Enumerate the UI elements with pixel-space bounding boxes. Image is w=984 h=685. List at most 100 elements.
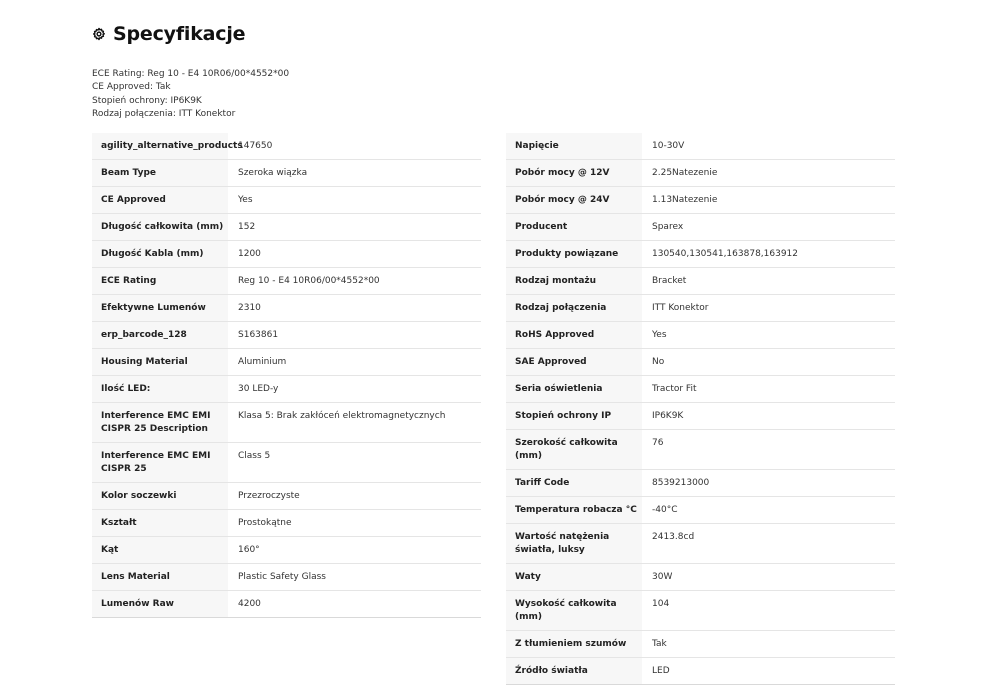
spec-value: Szeroka wiązka xyxy=(228,159,481,187)
spec-value: Yes xyxy=(228,186,481,214)
summary-line: Stopień ochrony: IP6K9K xyxy=(92,95,202,106)
summary-line: ECE Rating: Reg 10 - E4 10R06/00*4552*00 xyxy=(92,69,290,79)
spec-label: ECE Rating xyxy=(92,267,228,295)
spec-value: S163861 xyxy=(228,321,481,349)
spec-row: Lumenów Raw 4200 xyxy=(92,590,481,618)
spec-value: 2413.8cd xyxy=(642,523,895,564)
spec-value: 147650 xyxy=(228,133,481,160)
spec-value: Klasa 5: Brak zakłóceń elektromagnetyczn… xyxy=(228,402,481,443)
spec-label: Produkty powiązane xyxy=(506,240,642,268)
spec-label: Pobór mocy @ 12V xyxy=(506,159,642,187)
spec-row: Temperatura robacza °C -40°C xyxy=(506,496,895,524)
spec-row: Stopień ochrony IP IP6K9K xyxy=(506,402,895,430)
spec-value: 1.13Natezenie xyxy=(642,186,895,214)
spec-row: Beam Type Szeroka wiązka xyxy=(92,159,481,187)
summary-line: Rodzaj połączenia: ITT Konektor xyxy=(92,108,236,119)
spec-value: 104 xyxy=(642,590,895,631)
spec-value: 30W xyxy=(642,563,895,591)
spec-label: Stopień ochrony IP xyxy=(506,402,642,430)
spec-label: Lumenów Raw xyxy=(92,590,228,618)
spec-label: Beam Type xyxy=(92,159,228,187)
spec-row: Wartość natężenia światła, luksy 2413.8cd xyxy=(506,523,895,564)
spec-row: Kąt 160° xyxy=(92,536,481,564)
spec-label: Rodzaj połączenia xyxy=(506,294,642,322)
spec-value: 152 xyxy=(228,213,481,241)
spec-label: CE Approved xyxy=(92,186,228,214)
spec-value: Bracket xyxy=(642,267,895,295)
spec-value: 76 xyxy=(642,429,895,470)
spec-label: Waty xyxy=(506,563,642,591)
spec-label: Seria oświetlenia xyxy=(506,375,642,403)
spec-value: 2.25Natezenie xyxy=(642,159,895,187)
spec-value: Przezroczyste xyxy=(228,482,481,510)
spec-label: Rodzaj montażu xyxy=(506,267,642,295)
spec-value: 160° xyxy=(228,536,481,564)
spec-row: Interference EMC EMI CISPR 25 Class 5 xyxy=(92,442,481,483)
spec-value: Plastic Safety Glass xyxy=(228,563,481,591)
spec-label: Ilość LED: xyxy=(92,375,228,403)
spec-row: Produkty powiązane 130540,130541,163878,1… xyxy=(506,240,895,268)
spec-label: Szerokość całkowita (mm) xyxy=(506,429,642,470)
spec-row: Housing Material Aluminium xyxy=(92,348,481,376)
spec-value: 2310 xyxy=(228,294,481,322)
spec-summary: ECE Rating: Reg 10 - E4 10R06/00*4552*00… xyxy=(92,68,289,121)
spec-value: LED xyxy=(642,657,895,685)
spec-table-right: Napięcie 10-30V Pobór mocy @ 12V 2.25Nateze… xyxy=(506,133,895,685)
spec-label: Producent xyxy=(506,213,642,241)
spec-value: Tractor Fit xyxy=(642,375,895,403)
spec-value: Reg 10 - E4 10R06/00*4552*00 xyxy=(228,267,481,295)
spec-row: Ilość LED: 30 LED-y xyxy=(92,375,481,403)
spec-row: Tariff Code 8539213000 xyxy=(506,469,895,497)
spec-row: RoHS Approved Yes xyxy=(506,321,895,349)
spec-label: Interference EMC EMI CISPR 25 xyxy=(92,442,228,483)
spec-value: -40°C xyxy=(642,496,895,524)
spec-value: ITT Konektor xyxy=(642,294,895,322)
spec-value: 1200 xyxy=(228,240,481,268)
gear-icon xyxy=(92,27,106,41)
spec-row: Kolor soczewki Przezroczyste xyxy=(92,482,481,510)
spec-value: IP6K9K xyxy=(642,402,895,430)
spec-value: Sparex xyxy=(642,213,895,241)
spec-label: Kolor soczewki xyxy=(92,482,228,510)
page-title: Specyfikacje xyxy=(113,23,246,45)
spec-row: Efektywne Lumenów 2310 xyxy=(92,294,481,322)
spec-value: 130540,130541,163878,163912 xyxy=(642,240,895,268)
section-heading: Specyfikacje xyxy=(92,20,246,48)
spec-label: Długość całkowita (mm) xyxy=(92,213,228,241)
spec-row: Kształt Prostokątne xyxy=(92,509,481,537)
spec-row: erp_barcode_128 S163861 xyxy=(92,321,481,349)
spec-table-left-body: agility_alternative_products 147650 Beam T… xyxy=(92,133,481,618)
spec-row: Producent Sparex xyxy=(506,213,895,241)
spec-label: Wartość natężenia światła, luksy xyxy=(506,523,642,564)
spec-label: Lens Material xyxy=(92,563,228,591)
spec-label: SAE Approved xyxy=(506,348,642,376)
spec-row: Pobór mocy @ 12V 2.25Natezenie xyxy=(506,159,895,187)
spec-label: Interference EMC EMI CISPR 25 Descriptio… xyxy=(92,402,228,443)
spec-row: CE Approved Yes xyxy=(92,186,481,214)
spec-row: Interference EMC EMI CISPR 25 Descriptio… xyxy=(92,402,481,443)
spec-label: Pobór mocy @ 24V xyxy=(506,186,642,214)
spec-row: Źródło światła LED xyxy=(506,657,895,685)
spec-row: SAE Approved No xyxy=(506,348,895,376)
spec-table-right-body: Napięcie 10-30V Pobór mocy @ 12V 2.25Nateze… xyxy=(506,133,895,685)
spec-row: Długość całkowita (mm) 152 xyxy=(92,213,481,241)
spec-label: Efektywne Lumenów xyxy=(92,294,228,322)
spec-row: Pobór mocy @ 24V 1.13Natezenie xyxy=(506,186,895,214)
spec-label: Napięcie xyxy=(506,133,642,160)
spec-table-left: agility_alternative_products 147650 Beam T… xyxy=(92,133,481,618)
spec-row: Z tłumieniem szumów Tak xyxy=(506,630,895,658)
spec-value: 4200 xyxy=(228,590,481,618)
spec-label: erp_barcode_128 xyxy=(92,321,228,349)
spec-row: Długość Kabla (mm) 1200 xyxy=(92,240,481,268)
spec-value: Prostokątne xyxy=(228,509,481,537)
spec-label: Housing Material xyxy=(92,348,228,376)
spec-label: Wysokość całkowita (mm) xyxy=(506,590,642,631)
spec-value: No xyxy=(642,348,895,376)
spec-label: Tariff Code xyxy=(506,469,642,497)
spec-row: Lens Material Plastic Safety Glass xyxy=(92,563,481,591)
spec-row: Napięcie 10-30V xyxy=(506,133,895,160)
spec-label: Kształt xyxy=(92,509,228,537)
spec-label: RoHS Approved xyxy=(506,321,642,349)
spec-label: Temperatura robacza °C xyxy=(506,496,642,524)
spec-row: Rodzaj montażu Bracket xyxy=(506,267,895,295)
